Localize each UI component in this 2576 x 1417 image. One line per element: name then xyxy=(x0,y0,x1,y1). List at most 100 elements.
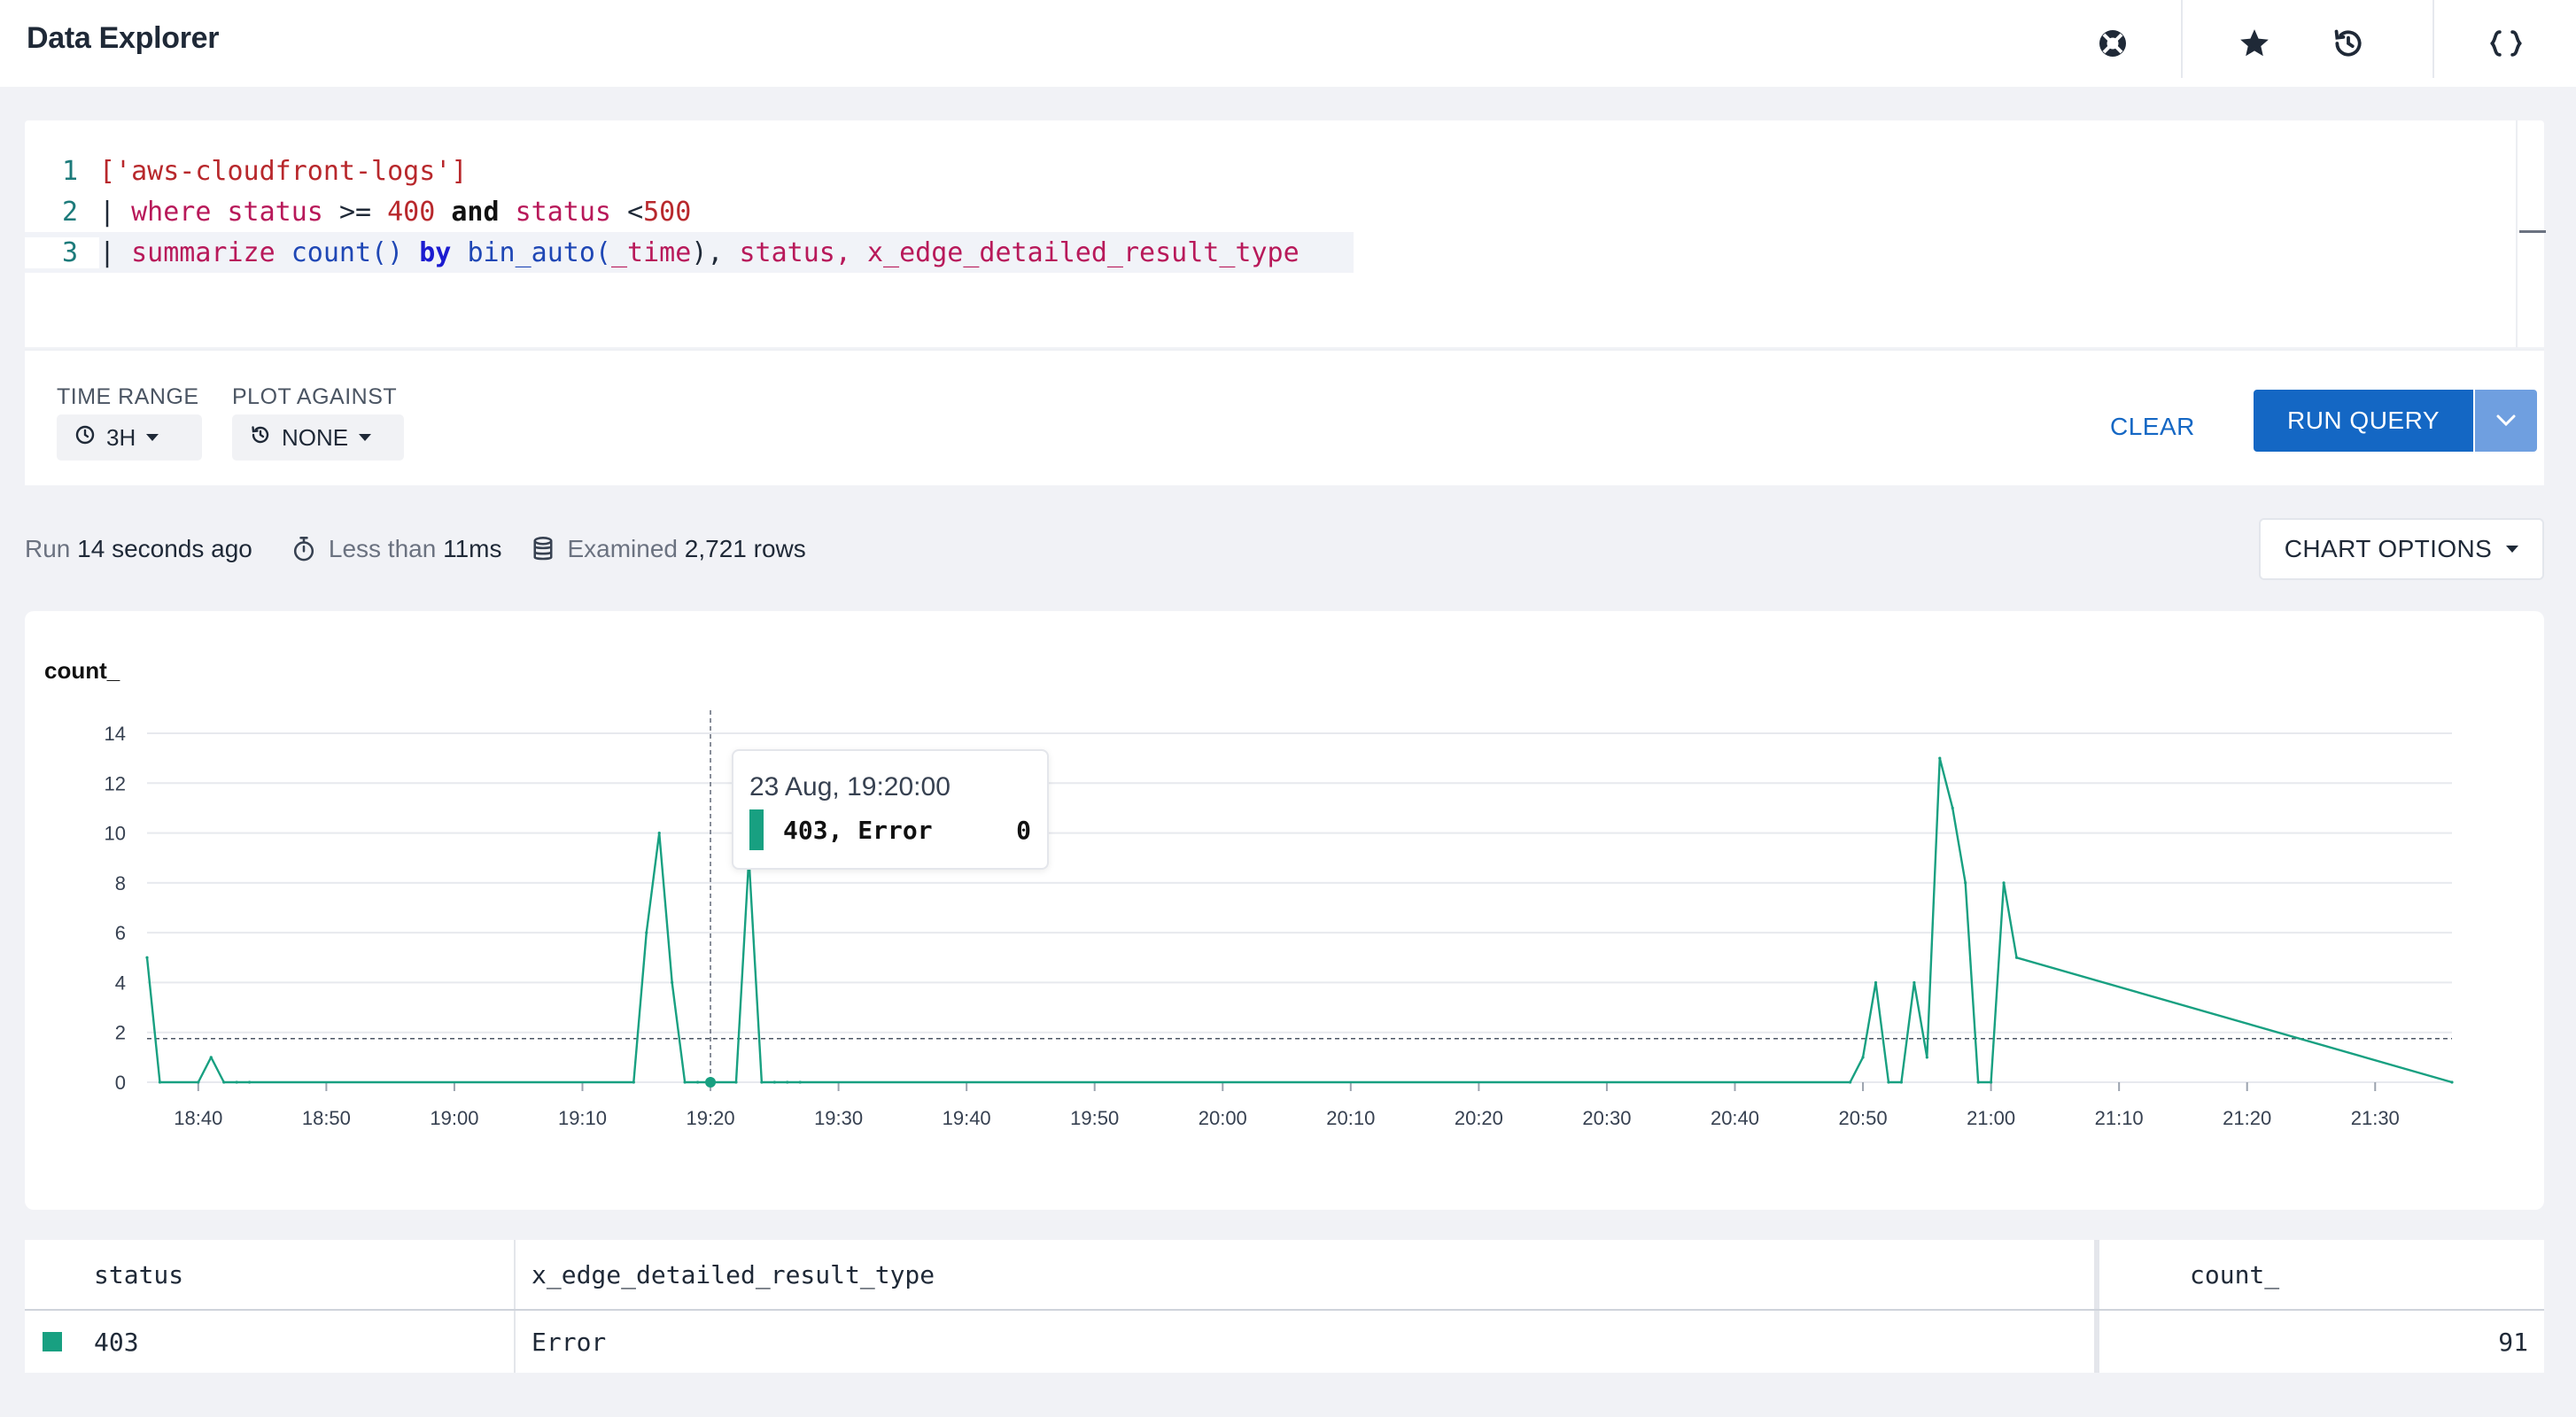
y-tick-label: 8 xyxy=(115,872,126,894)
line-chart[interactable]: count_ 0 2 4 6 8 10 12 14 18:40 18:50 19:00 19:10 19:… xyxy=(25,611,2544,1210)
history-icon xyxy=(250,424,271,452)
star-icon[interactable] xyxy=(2227,16,2282,71)
data-point xyxy=(1899,1080,1904,1084)
run-query-options-button[interactable] xyxy=(2475,390,2537,452)
y-tick-label: 12 xyxy=(105,772,126,794)
x-tick-label: 19:10 xyxy=(558,1107,607,1129)
help-lifebuoy-icon[interactable] xyxy=(2085,16,2140,71)
code-braces-icon[interactable] xyxy=(2479,16,2533,71)
dataset-token: ['aws-cloudfront-logs'] xyxy=(99,155,468,187)
header-divider xyxy=(2432,0,2434,78)
x-tick-label: 19:40 xyxy=(943,1107,991,1129)
query-controls: TIME RANGE 3H PLOT AGAINST NONE CLEAR RU… xyxy=(25,349,2544,485)
data-point xyxy=(1861,1056,1865,1059)
clear-button[interactable]: CLEAR xyxy=(2110,400,2195,453)
x-tick-label: 19:00 xyxy=(430,1107,478,1129)
data-point xyxy=(1990,1080,1993,1084)
keyword-token: where xyxy=(131,196,212,228)
keyword-token: by xyxy=(419,236,452,268)
data-point xyxy=(760,1080,764,1084)
results-table: status x_edge_detailed_result_type count… xyxy=(25,1240,2544,1373)
data-point xyxy=(197,1080,200,1084)
x-tick-label: 21:10 xyxy=(2095,1107,2144,1129)
x-tick-label: 21:00 xyxy=(1967,1107,2015,1129)
header-divider xyxy=(2181,0,2183,78)
pipe-token: | xyxy=(99,196,132,228)
query-editor[interactable]: 1 ['aws-cloudfront-logs'] 2 | where status… xyxy=(25,120,2546,347)
column-divider[interactable] xyxy=(2094,1240,2099,1373)
table-cell-status: 403 xyxy=(94,1327,139,1357)
clock-icon xyxy=(74,424,96,452)
column-header-edge-result-type[interactable]: x_edge_detailed_result_type xyxy=(531,1240,935,1309)
run-prefix: Run xyxy=(25,535,71,562)
y-tick-label: 14 xyxy=(105,723,126,745)
field-token: _time xyxy=(611,236,692,268)
data-point xyxy=(209,1056,213,1059)
database-icon xyxy=(531,536,555,562)
history-icon[interactable] xyxy=(2321,16,2376,71)
table-cell-count: 91 xyxy=(2498,1327,2528,1357)
series-line xyxy=(145,756,2453,1084)
keyword-token: summarize xyxy=(131,236,275,268)
data-point xyxy=(734,1080,738,1084)
series-color-swatch xyxy=(43,1332,62,1351)
x-tick-label: 21:30 xyxy=(2351,1107,2400,1129)
chart-options-button[interactable]: CHART OPTIONS xyxy=(2259,518,2544,580)
field-token: x_edge_detailed_result_type xyxy=(867,236,1300,268)
column-header-status[interactable]: status xyxy=(94,1240,183,1309)
column-divider xyxy=(514,1240,516,1373)
editor-line-1[interactable]: 1 ['aws-cloudfront-logs'] xyxy=(25,151,467,191)
data-point xyxy=(2014,956,2019,959)
column-header-count[interactable]: count_ xyxy=(2190,1240,2279,1309)
time-range-dropdown[interactable]: 3H xyxy=(57,414,202,461)
data-point xyxy=(657,831,661,835)
operator-token: >= xyxy=(338,196,372,228)
line-number: 1 xyxy=(61,155,78,187)
data-point xyxy=(772,1080,776,1084)
editor-scrollbar[interactable] xyxy=(2516,120,2546,347)
field-token: status xyxy=(227,196,323,228)
data-point xyxy=(1938,756,1942,760)
examined-prefix: Examined xyxy=(567,535,678,562)
data-point xyxy=(798,1080,802,1084)
pipe-token: | xyxy=(99,236,132,268)
x-tick-label: 20:40 xyxy=(1711,1107,1759,1129)
data-point xyxy=(1913,980,1916,985)
punctuation-token: ), xyxy=(691,236,724,268)
data-point xyxy=(1964,881,1967,885)
y-tick-label: 0 xyxy=(115,1072,126,1094)
time-range-value: 3H xyxy=(106,423,136,451)
x-tick-label: 20:10 xyxy=(1326,1107,1375,1129)
header-divider xyxy=(25,1309,2544,1311)
chevron-down-icon xyxy=(146,434,159,441)
data-point xyxy=(1848,1080,1852,1084)
duration-prefix: Less than xyxy=(328,535,437,562)
chevron-down-icon xyxy=(2506,546,2519,553)
plot-against-dropdown[interactable]: NONE xyxy=(232,414,404,461)
data-point xyxy=(248,1080,252,1084)
time-range-label: TIME RANGE xyxy=(57,384,199,409)
field-token: status, xyxy=(739,236,851,268)
top-bar: Data Explorer xyxy=(0,0,2576,87)
x-tick-label: 20:20 xyxy=(1455,1107,1503,1129)
tooltip-date: 23 Aug, 19:20:00 xyxy=(749,772,950,801)
editor-line-3[interactable]: 3 | summarize count() by bin_auto(_time),… xyxy=(25,232,1354,273)
stopwatch-icon xyxy=(291,536,316,562)
examined-value: 2,721 rows xyxy=(684,535,806,562)
y-axis-label: count_ xyxy=(44,657,120,684)
data-point xyxy=(695,1080,700,1084)
chevron-down-icon xyxy=(2496,414,2516,427)
x-tick-label: 19:30 xyxy=(814,1107,863,1129)
field-token: status xyxy=(515,196,611,228)
tooltip-swatch xyxy=(749,809,764,850)
query-stats: Run 14 seconds ago Less than 11ms Examin… xyxy=(25,531,806,567)
data-point xyxy=(158,1080,162,1084)
function-token: bin_auto( xyxy=(467,236,611,268)
run-query-button[interactable]: RUN QUERY xyxy=(2254,390,2473,452)
x-tick-label: 21:20 xyxy=(2223,1107,2271,1129)
data-point xyxy=(2002,881,2006,885)
data-point xyxy=(1887,1080,1890,1084)
x-tick-label: 20:50 xyxy=(1839,1107,1888,1129)
chart-tooltip: 23 Aug, 19:20:00 403, Error 0 xyxy=(732,749,1049,870)
editor-line-2[interactable]: 2 | where status >= 400 and status <500 xyxy=(25,191,691,232)
